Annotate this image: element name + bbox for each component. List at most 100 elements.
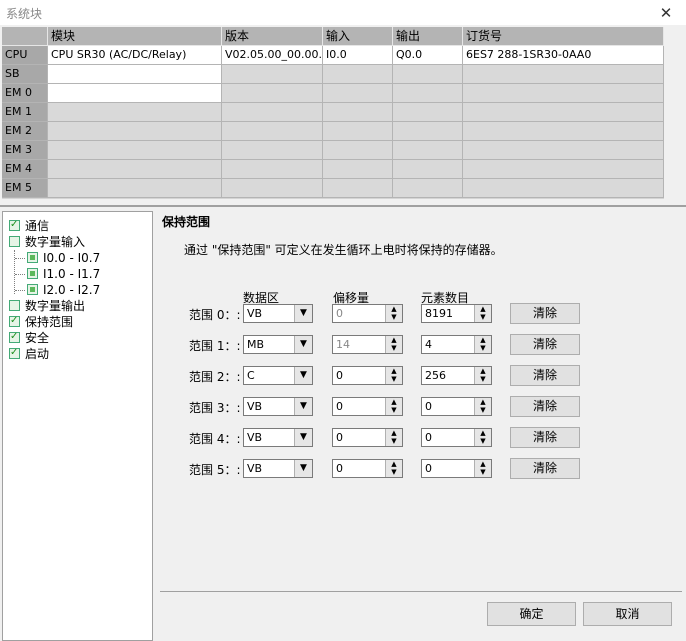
spin-up-icon[interactable]: ▲ [386,429,402,437]
module-cell[interactable] [48,179,222,198]
tree-item-security[interactable]: 安全 [9,329,49,346]
spinner-buttons[interactable]: ▲ ▼ [474,398,491,415]
range-1-offset-spinner[interactable]: 14 ▲ ▼ [332,335,403,354]
spin-down-icon[interactable]: ▼ [475,313,491,321]
checkbox-checked-icon[interactable] [9,345,20,361]
ok-button[interactable]: 确定 [487,602,576,626]
range-4-area-select[interactable]: VB ▼ [243,428,313,447]
spin-down-icon[interactable]: ▼ [386,468,402,476]
range-5-area-select[interactable]: VB ▼ [243,459,313,478]
module-cell[interactable] [48,84,222,103]
tree-item-di-0[interactable]: I0.0 - I0.7 [27,250,100,266]
checkbox-checked-icon[interactable] [9,313,20,329]
module-cell[interactable] [48,160,222,179]
spinner-buttons[interactable]: ▲ ▼ [474,336,491,353]
checkbox-partial-icon[interactable] [27,284,38,295]
spinner-buttons[interactable]: ▲ ▼ [474,367,491,384]
range-0-clear-button[interactable]: 清除 [510,303,580,324]
range-3-clear-button[interactable]: 清除 [510,396,580,417]
spin-up-icon[interactable]: ▲ [386,460,402,468]
spinner-buttons[interactable]: ▲ ▼ [474,460,491,477]
tree-item-di-2[interactable]: I2.0 - I2.7 [27,282,100,298]
spin-up-icon[interactable]: ▲ [386,336,402,344]
spin-down-icon[interactable]: ▼ [386,375,402,383]
close-button[interactable]: ✕ [654,2,678,24]
spinner-buttons[interactable]: ▲ ▼ [385,429,402,446]
chevron-down-icon[interactable]: ▼ [294,460,312,477]
table-row-em5[interactable]: EM 5 [2,179,664,198]
table-row-em3[interactable]: EM 3 [2,141,664,160]
spinner-buttons[interactable]: ▲ ▼ [474,305,491,322]
range-3-area-select[interactable]: VB ▼ [243,397,313,416]
checkbox-partial-icon[interactable] [27,268,38,279]
range-4-count-spinner[interactable]: 0 ▲ ▼ [421,428,492,447]
tree-item-digital-output[interactable]: 数字量输出 [9,298,85,314]
spin-down-icon[interactable]: ▼ [475,406,491,414]
tree-item-retentive[interactable]: 保持范围 [9,313,73,330]
spinner-buttons[interactable]: ▲ ▼ [385,336,402,353]
module-cell[interactable] [48,122,222,141]
range-5-clear-button[interactable]: 清除 [510,458,580,479]
range-4-clear-button[interactable]: 清除 [510,427,580,448]
module-cell[interactable] [48,141,222,160]
table-row-sb[interactable]: SB [2,65,664,84]
range-0-count-spinner[interactable]: 8191 ▲ ▼ [421,304,492,323]
spin-up-icon[interactable]: ▲ [475,398,491,406]
spin-down-icon[interactable]: ▼ [386,313,402,321]
chevron-down-icon[interactable]: ▼ [294,367,312,384]
range-1-area-select[interactable]: MB ▼ [243,335,313,354]
spin-up-icon[interactable]: ▲ [475,336,491,344]
table-row-em2[interactable]: EM 2 [2,122,664,141]
spin-up-icon[interactable]: ▲ [386,367,402,375]
splitter[interactable] [0,205,686,207]
range-2-area-select[interactable]: C ▼ [243,366,313,385]
module-cell[interactable]: CPU SR30 (AC/DC/Relay) [48,46,222,65]
checkbox-partial-icon[interactable] [27,252,38,263]
checkbox-checked-icon[interactable] [9,329,20,345]
range-0-offset-spinner[interactable]: 0 ▲ ▼ [332,304,403,323]
chevron-down-icon[interactable]: ▼ [294,429,312,446]
range-2-offset-spinner[interactable]: 0 ▲ ▼ [332,366,403,385]
table-row-em1[interactable]: EM 1 [2,103,664,122]
range-1-count-spinner[interactable]: 4 ▲ ▼ [421,335,492,354]
chevron-down-icon[interactable]: ▼ [294,336,312,353]
range-3-offset-spinner[interactable]: 0 ▲ ▼ [332,397,403,416]
spin-down-icon[interactable]: ▼ [386,437,402,445]
tree-item-digital-input[interactable]: 数字量输入 [9,234,85,250]
range-5-count-spinner[interactable]: 0 ▲ ▼ [421,459,492,478]
tree-item-di-1[interactable]: I1.0 - I1.7 [27,266,100,282]
module-cell[interactable] [48,65,222,84]
range-0-area-select[interactable]: VB ▼ [243,304,313,323]
table-row-cpu[interactable]: CPU CPU SR30 (AC/DC/Relay) V02.05.00_00.… [2,46,664,65]
spin-down-icon[interactable]: ▼ [475,344,491,352]
tree-item-comm[interactable]: 通信 [9,217,49,234]
spinner-buttons[interactable]: ▲ ▼ [385,367,402,384]
spin-down-icon[interactable]: ▼ [386,344,402,352]
spinner-buttons[interactable]: ▲ ▼ [385,398,402,415]
spin-up-icon[interactable]: ▲ [386,398,402,406]
spin-down-icon[interactable]: ▼ [386,406,402,414]
spin-down-icon[interactable]: ▼ [475,468,491,476]
spinner-buttons[interactable]: ▲ ▼ [474,429,491,446]
spin-up-icon[interactable]: ▲ [386,305,402,313]
tree-item-startup[interactable]: 启动 [9,345,49,362]
spin-up-icon[interactable]: ▲ [475,367,491,375]
spinner-buttons[interactable]: ▲ ▼ [385,460,402,477]
range-2-count-spinner[interactable]: 256 ▲ ▼ [421,366,492,385]
range-3-count-spinner[interactable]: 0 ▲ ▼ [421,397,492,416]
chevron-down-icon[interactable]: ▼ [294,305,312,322]
spin-up-icon[interactable]: ▲ [475,460,491,468]
checkbox-checked-icon[interactable] [9,217,20,233]
table-row-em4[interactable]: EM 4 [2,160,664,179]
module-cell[interactable] [48,103,222,122]
spin-down-icon[interactable]: ▼ [475,375,491,383]
range-4-offset-spinner[interactable]: 0 ▲ ▼ [332,428,403,447]
table-row-em0[interactable]: EM 0 [2,84,664,103]
range-1-clear-button[interactable]: 清除 [510,334,580,355]
spin-up-icon[interactable]: ▲ [475,429,491,437]
range-2-clear-button[interactable]: 清除 [510,365,580,386]
cancel-button[interactable]: 取消 [583,602,672,626]
checkbox-icon[interactable] [9,236,20,247]
spin-down-icon[interactable]: ▼ [475,437,491,445]
range-5-offset-spinner[interactable]: 0 ▲ ▼ [332,459,403,478]
